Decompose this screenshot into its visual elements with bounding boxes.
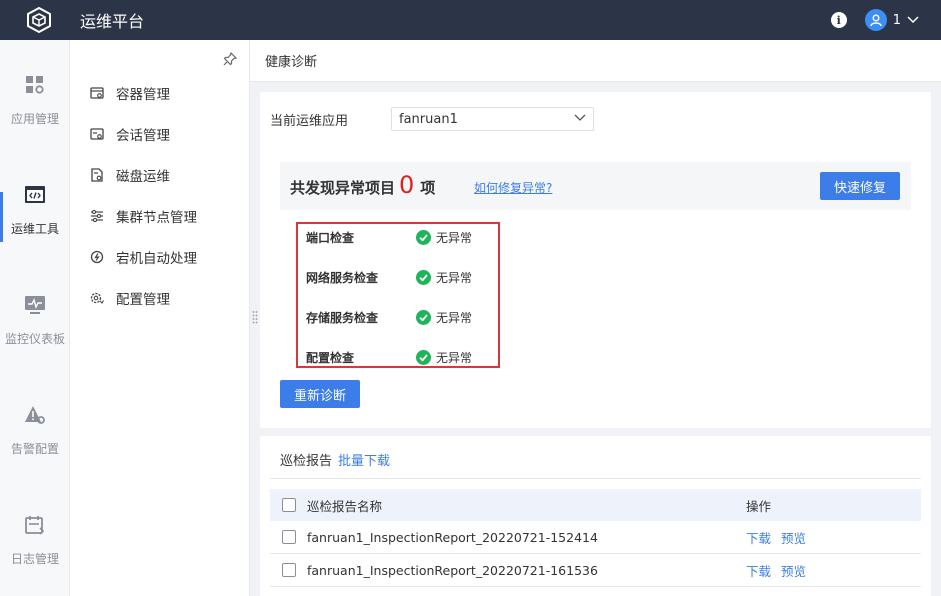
calendar-log-icon [25, 516, 45, 535]
rail-label: 应用管理 [10, 112, 59, 126]
menu-item-label: 宕机自动处理 [116, 251, 197, 267]
check-circle-icon [416, 269, 431, 285]
column-header-ops: 操作 [746, 498, 772, 514]
auto-recover-icon [90, 250, 104, 264]
check-status: 无异常 [436, 270, 473, 285]
page-title: 健康诊断 [250, 40, 941, 82]
rail-item-monitor-dashboard[interactable]: 监控仪表板 [0, 260, 70, 360]
menu-item-container[interactable]: 容器管理 [90, 83, 170, 103]
anomaly-summary: 共发现异常项目 0 项 如何修复异常? 快速修复 [280, 162, 911, 210]
menu-item-disk[interactable]: 磁盘运维 [90, 165, 170, 185]
user-avatar-icon[interactable] [864, 9, 887, 31]
app-select[interactable]: fanruan1 [391, 107, 594, 131]
menu-item-auto-recover[interactable]: 宕机自动处理 [90, 247, 197, 267]
check-status: 无异常 [436, 310, 473, 325]
pin-icon[interactable] [223, 52, 237, 66]
check-circle-icon [416, 309, 431, 325]
rail-label: 日志管理 [10, 552, 59, 566]
icon-rail: 应用管理 运维工具 监控仪表板 告警配置 日志管理 [0, 40, 70, 596]
app-title: 运维平台 [80, 12, 145, 31]
table-header: 巡检报告名称 操作 [270, 489, 921, 521]
summary-suffix: 项 [420, 179, 436, 197]
rail-label: 监控仪表板 [4, 332, 65, 346]
menu-item-label: 集群节点管理 [116, 210, 197, 226]
info-icon[interactable]: i [830, 12, 847, 28]
download-link[interactable]: 下载 [746, 528, 771, 547]
app-select-label: 当前运维应用 [270, 114, 349, 129]
table-row: fanruan1_InspectionReport_20220721-15241… [270, 521, 921, 554]
menu-item-label: 容器管理 [116, 87, 170, 103]
anomaly-count: 0 [399, 171, 415, 199]
check-row-storage: 存储服务检查 无异常 [306, 308, 496, 326]
rail-label: 告警配置 [10, 442, 59, 456]
monitor-pulse-icon [25, 296, 45, 314]
sliders-icon [91, 209, 103, 223]
main-content: 健康诊断 当前运维应用 fanruan1 共发现异常项目 0 项 如何修复异常?… [250, 40, 941, 596]
download-link[interactable]: 下载 [746, 561, 771, 580]
chevron-down-icon[interactable] [907, 16, 919, 24]
fix-help-link[interactable]: 如何修复异常? [474, 179, 552, 196]
top-bar: 运维平台 i 1 [0, 0, 941, 40]
divider [270, 478, 921, 479]
rail-item-alert-config[interactable]: 告警配置 [0, 370, 70, 470]
menu-item-label: 会话管理 [116, 128, 170, 144]
report-name: fanruan1_InspectionReport_20220721-15241… [307, 529, 598, 545]
batch-download-link[interactable]: 批量下载 [338, 450, 390, 469]
row-checkbox[interactable] [282, 563, 296, 577]
report-section-title: 巡检报告 [280, 454, 333, 469]
check-row-network: 网络服务检查 无异常 [306, 268, 496, 286]
check-row-config: 配置检查 无异常 [306, 348, 496, 366]
check-name: 配置检查 [306, 350, 355, 365]
menu-item-session[interactable]: 会话管理 [90, 124, 170, 144]
quick-fix-button[interactable]: 快速修复 [820, 172, 900, 200]
platform-logo-icon[interactable] [19, 0, 59, 40]
rail-item-ops-tools[interactable]: 运维工具 [0, 150, 70, 250]
inspection-report-card: 巡检报告 批量下载 巡检报告名称 操作 fanruan1_InspectionR… [260, 436, 931, 596]
check-status: 无异常 [436, 350, 473, 365]
row-checkbox[interactable] [282, 530, 296, 544]
check-name: 网络服务检查 [306, 270, 379, 285]
menu-item-label: 磁盘运维 [116, 169, 170, 185]
disk-icon [91, 168, 103, 182]
app-select-value: fanruan1 [399, 111, 458, 127]
select-all-checkbox[interactable] [282, 498, 296, 512]
rail-item-app-management[interactable]: 应用管理 [0, 40, 70, 140]
menu-item-label: 配置管理 [116, 292, 170, 308]
preview-link[interactable]: 预览 [781, 528, 806, 547]
report-name: fanruan1_InspectionReport_20220721-16153… [307, 562, 598, 578]
check-circle-icon [416, 349, 431, 365]
check-row-port: 端口检查 无异常 [306, 228, 496, 246]
session-icon [90, 128, 104, 140]
diagnosis-card: 当前运维应用 fanruan1 共发现异常项目 0 项 如何修复异常? 快速修复… [260, 92, 931, 428]
menu-item-config[interactable]: 配置管理 [90, 288, 170, 308]
container-icon [90, 87, 104, 99]
alert-gear-icon [25, 406, 45, 424]
sub-menu: 容器管理 会话管理 磁盘运维 集群节点管理 宕机自动处理 配置管理 [70, 40, 250, 596]
chevron-down-icon [574, 114, 586, 121]
rail-label: 运维工具 [10, 222, 59, 236]
summary-prefix: 共发现异常项目 [290, 179, 396, 197]
check-status: 无异常 [436, 230, 473, 245]
preview-link[interactable]: 预览 [781, 561, 806, 580]
check-circle-icon [416, 229, 431, 245]
column-header-name: 巡检报告名称 [307, 498, 383, 514]
table-row: fanruan1_InspectionReport_20220721-16153… [270, 554, 921, 587]
menu-item-cluster-node[interactable]: 集群节点管理 [90, 206, 197, 226]
config-gear-icon [90, 292, 104, 304]
check-name: 存储服务检查 [306, 310, 379, 325]
rediagnose-button[interactable]: 重新诊断 [280, 380, 360, 408]
check-name: 端口检查 [306, 230, 355, 245]
code-window-icon [25, 186, 45, 203]
user-name[interactable]: 1 [893, 13, 901, 28]
app-grid-icon [26, 76, 44, 94]
rail-item-log-management[interactable]: 日志管理 [0, 480, 70, 580]
check-results: 端口检查 无异常 网络服务检查 无异常 存储服务检查 无异常 配置检查 无异常 [296, 222, 500, 368]
